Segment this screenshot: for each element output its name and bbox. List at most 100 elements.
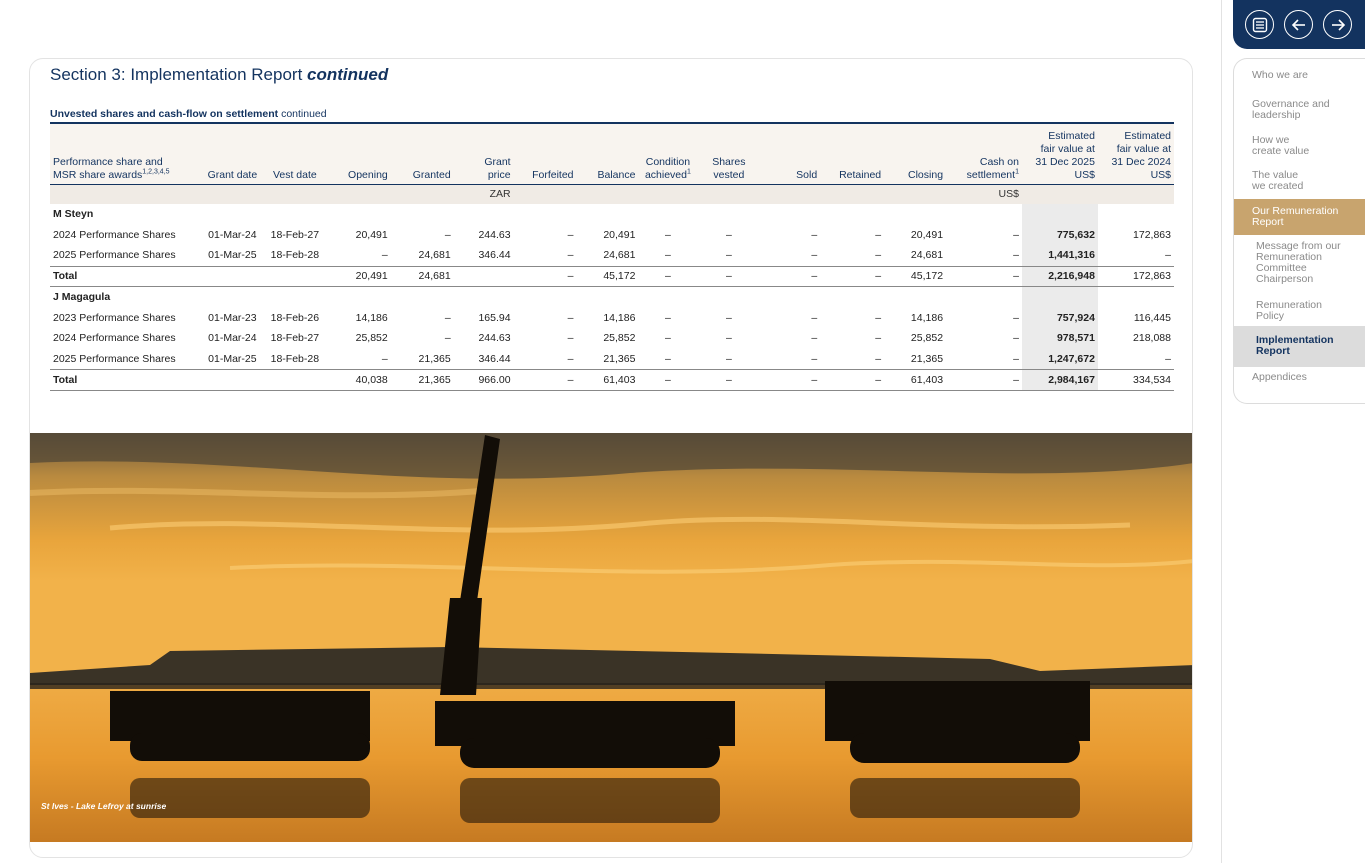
sidebar-item-appendices[interactable]: Appendices <box>1234 372 1365 383</box>
col-header-retained: Retained <box>820 122 885 185</box>
cell-grant-date: 01-Mar-23 <box>208 311 257 324</box>
cell-forfeited: – <box>567 229 574 242</box>
sidebar-item-remuneration-policy[interactable]: Remuneration Policy <box>1234 300 1365 322</box>
table-cell <box>638 204 697 225</box>
sidebar-item-value-created[interactable]: The value we created <box>1234 170 1365 192</box>
table-cell <box>391 204 454 225</box>
cell-grant-date: 01-Mar-24 <box>208 332 257 345</box>
table-cell <box>200 204 265 225</box>
cell-award: 2023 Performance Shares <box>53 311 176 324</box>
table-cell <box>391 287 454 308</box>
cell-opening: – <box>381 352 388 365</box>
col-header-cash-footnote: 1 <box>1015 168 1019 175</box>
page-title-text: Section 3: Implementation Report <box>50 65 303 84</box>
cell-vested: – <box>725 229 732 242</box>
col-header-forfeited: Forfeited <box>513 122 577 185</box>
table-subtitle-rest: continued <box>281 108 327 120</box>
units-cell <box>1097 184 1174 204</box>
cell-vest-date: 18-Feb-27 <box>270 332 320 345</box>
photo-caption: St Ives - Lake Lefroy at sunrise <box>41 801 167 811</box>
unvested-shares-table: Performance share and MSR share awards1,2… <box>50 122 1174 391</box>
col-header-est24-line3: 31 Dec 2024 <box>1111 155 1171 168</box>
units-cash: US$ <box>946 184 1022 204</box>
cell-sold: – <box>811 311 818 324</box>
sidebar-item-how-we-create-value[interactable]: How we create value <box>1234 135 1365 157</box>
total-grant-price <box>453 265 514 288</box>
table-cell <box>697 287 760 308</box>
table-cell <box>1021 204 1098 225</box>
cell-sold: – <box>811 352 818 365</box>
col-header-cash: Cash on settlement1 <box>946 122 1022 185</box>
table-cell <box>1098 204 1174 225</box>
col-header-opening: Opening <box>324 122 391 185</box>
total-est25: 2,984,167 <box>1021 369 1098 391</box>
cell-vested: – <box>725 311 732 324</box>
total-label: Total <box>50 265 200 288</box>
col-header-shares-vested: Shares vested <box>697 122 761 185</box>
cell-est24: – <box>1165 352 1171 365</box>
cell-sold: – <box>811 332 818 345</box>
cell-grant-date: 01-Mar-25 <box>208 352 257 365</box>
total-sold: – <box>760 265 821 288</box>
cell-vest-date: 18-Feb-26 <box>270 311 320 324</box>
cell-condition: – <box>665 332 671 345</box>
table-cell <box>577 287 639 308</box>
units-cell <box>264 184 325 204</box>
arrow-left-icon <box>1291 18 1305 31</box>
total-row: Total 40,038 21,365 966.00–61,403– – – –61,403… <box>50 369 1174 391</box>
cell-granted: 24,681 <box>418 249 451 262</box>
col-header-est25-line1: Estimated <box>1048 129 1095 142</box>
cell-grant-price: 244.63 <box>478 332 511 345</box>
cell-condition: – <box>665 352 671 365</box>
cell-granted: – <box>444 332 451 345</box>
cell-award: 2025 Performance Shares <box>53 352 176 365</box>
cell-condition: – <box>665 249 671 262</box>
cell-retained: – <box>875 311 882 324</box>
total-sold: – <box>760 369 821 391</box>
cell-balance: 20,491 <box>603 229 636 242</box>
table-cell <box>697 204 760 225</box>
cell-balance: 21,365 <box>603 352 636 365</box>
total-granted: 21,365 <box>390 369 454 391</box>
col-header-award: Performance share and MSR share awards1,2… <box>50 122 200 185</box>
total-opening: 20,491 <box>324 265 391 288</box>
cell-granted: – <box>444 311 451 324</box>
cell-granted: – <box>444 229 451 242</box>
back-button[interactable] <box>1284 10 1313 39</box>
table-cell <box>454 204 514 225</box>
table-cell <box>514 204 577 225</box>
cell-closing: 20,491 <box>910 229 944 242</box>
total-est24: 334,534 <box>1097 369 1174 391</box>
units-cell <box>638 184 698 204</box>
total-vested: – <box>697 369 761 391</box>
cell-balance: 24,681 <box>603 249 636 262</box>
cell-opening: – <box>381 249 388 262</box>
sidebar-item-remuneration-report[interactable]: Our Remuneration Report <box>1234 199 1365 235</box>
sidebar-nav: Who we are Governance and leadership How… <box>1233 58 1365 404</box>
units-grant-price: ZAR <box>453 184 514 204</box>
table-cell <box>820 204 884 225</box>
table-cell <box>760 287 820 308</box>
list-icon <box>1252 17 1267 32</box>
col-header-cash-line2: settlement <box>966 168 1016 181</box>
person-name: J Magagula <box>53 291 111 304</box>
table-cell <box>820 287 884 308</box>
sidebar-item-governance[interactable]: Governance and leadership <box>1234 99 1365 121</box>
cell-est24: 172,863 <box>1133 229 1171 242</box>
col-header-cash-line1: Cash on <box>979 155 1019 168</box>
sidebar-item-chair-message[interactable]: Message from our Remuneration Committee … <box>1234 241 1365 285</box>
units-cell <box>513 184 577 204</box>
contents-button[interactable] <box>1245 10 1274 39</box>
col-header-condition-line2: achieved <box>644 168 687 181</box>
sidebar-item-who-we-are[interactable]: Who we are <box>1234 70 1365 81</box>
total-cash: – <box>946 265 1022 288</box>
forward-button[interactable] <box>1323 10 1352 39</box>
cell-award: 2025 Performance Shares <box>53 249 176 262</box>
col-header-grant-price-line1: Grant <box>484 155 511 168</box>
col-header-condition-footnote: 1 <box>686 168 691 175</box>
col-header-est25-line4: US$ <box>1074 168 1095 181</box>
sidebar-item-implementation-report[interactable]: Implementation Report <box>1234 326 1365 367</box>
cell-grant-date: 01-Mar-24 <box>208 229 257 242</box>
units-cell <box>50 184 200 204</box>
total-balance: 45,172 <box>576 265 639 288</box>
